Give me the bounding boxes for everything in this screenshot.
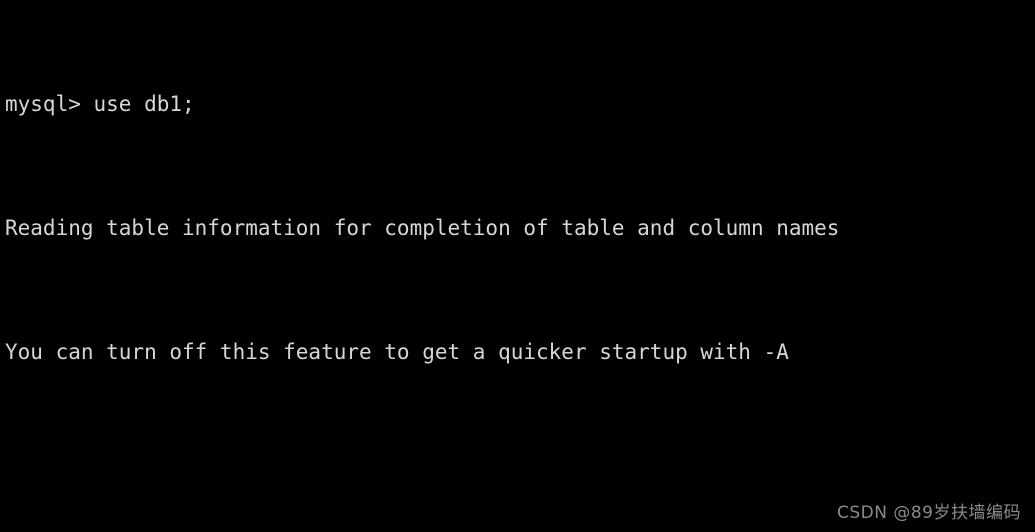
terminal-window[interactable]: mysql> use db1; Reading table informatio… (0, 0, 1035, 532)
terminal-line-blank-1 (5, 461, 839, 492)
terminal-line-command-use-db1: mysql> use db1; (5, 92, 195, 116)
terminal-line-reading-table-info: Reading table information for completion… (5, 216, 840, 240)
watermark-label: CSDN @89岁扶墙编码 (836, 503, 1021, 523)
terminal-line-turn-off-feature: You can turn off this feature to get a q… (5, 340, 789, 364)
terminal-screen: mysql> use db1; Reading table informatio… (5, 0, 839, 532)
